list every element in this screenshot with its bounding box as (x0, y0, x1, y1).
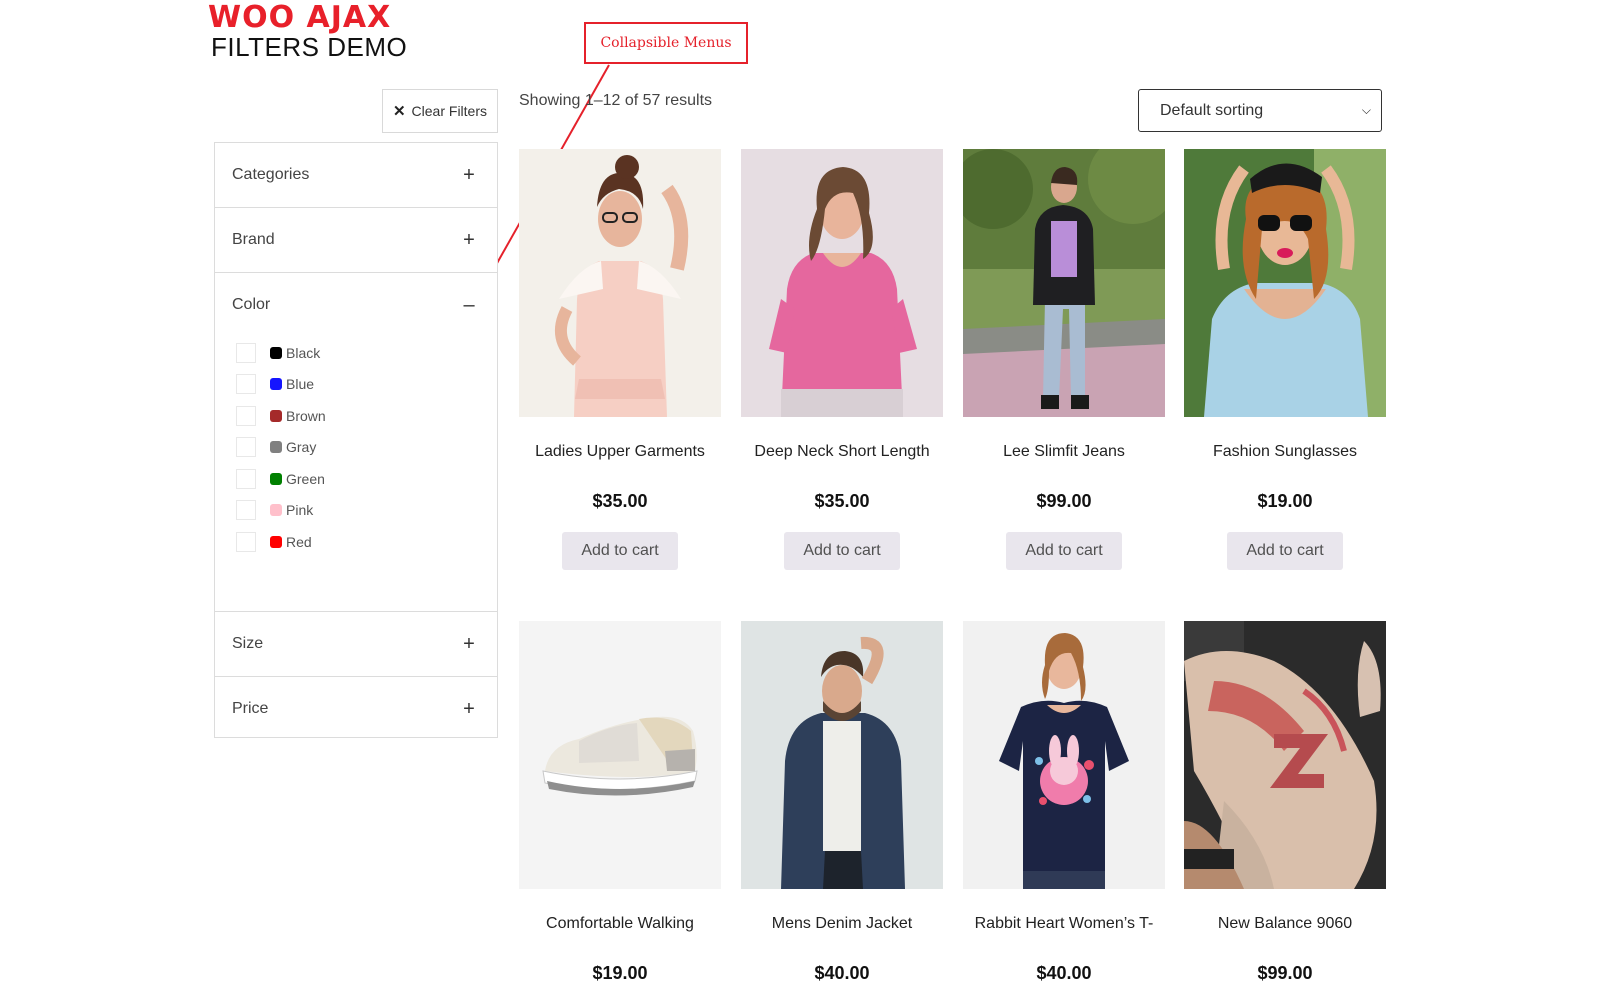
product-image[interactable] (963, 149, 1165, 417)
add-to-cart-button[interactable]: Add to cart (1227, 532, 1343, 570)
product-card: New Balance 9060 $99.00 (1184, 621, 1386, 984)
filter-toggle-price[interactable]: Price + (215, 677, 497, 741)
product-price: $19.00 (1257, 491, 1313, 511)
plus-icon: + (463, 163, 475, 186)
product-title[interactable]: Comfortable Walking (519, 915, 721, 935)
filter-panel: Categories + Brand + Color – Black Blue (214, 142, 498, 738)
color-option-gray[interactable]: Gray (236, 432, 497, 464)
product-price: $19.00 (592, 963, 648, 983)
product-price: $40.00 (1036, 963, 1092, 983)
annotation-callout: Collapsible Menus (584, 22, 748, 64)
results-count: Showing 1–12 of 57 results (519, 92, 713, 109)
color-swatch (270, 472, 282, 485)
color-options: Black Blue Brown Gray Green Pink Red (215, 337, 497, 611)
color-option-pink[interactable]: Pink (236, 495, 497, 527)
filter-toggle-size[interactable]: Size + (215, 612, 497, 676)
filter-toggle-color[interactable]: Color – (215, 273, 497, 337)
add-to-cart-button[interactable]: Add to cart (784, 532, 900, 570)
product-title[interactable]: Mens Denim Jacket (741, 915, 943, 935)
product-title[interactable]: Ladies Upper Garments (519, 443, 721, 463)
color-label: Black (286, 344, 321, 361)
filter-section-size: Size + (215, 612, 497, 677)
product-title[interactable]: Fashion Sunglasses (1184, 443, 1386, 463)
chevron-down-icon: ⌵ (1361, 103, 1371, 117)
filter-label: Size (232, 635, 264, 652)
product-card: Mens Denim Jacket $40.00 (741, 621, 943, 984)
product-title[interactable]: Lee Slimfit Jeans (963, 443, 1165, 463)
product-image[interactable] (963, 621, 1165, 889)
product-image[interactable] (741, 149, 943, 417)
color-checkbox[interactable] (236, 342, 256, 363)
product-card: Fashion Sunglasses $19.00 Add to cart (1184, 149, 1386, 570)
color-option-blue[interactable]: Blue (236, 369, 497, 401)
filter-section-color: Color – Black Blue Brown Gray Green Pink… (215, 273, 497, 612)
filter-label: Brand (232, 231, 275, 248)
product-image[interactable] (1184, 621, 1386, 889)
product-card: Comfortable Walking $19.00 (519, 621, 721, 984)
product-image[interactable] (741, 621, 943, 889)
product-image[interactable] (1184, 149, 1386, 417)
product-card: Deep Neck Short Length $35.00 Add to car… (741, 149, 943, 570)
product-card: Ladies Upper Garments $35.00 Add to cart (519, 149, 721, 570)
product-title[interactable]: New Balance 9060 (1184, 915, 1386, 935)
filter-section-price: Price + (215, 677, 497, 741)
filter-label: Price (232, 700, 269, 717)
product-price: $35.00 (814, 491, 870, 511)
filter-label: Categories (232, 166, 310, 183)
color-checkbox[interactable] (236, 468, 256, 489)
product-card: Lee Slimfit Jeans $99.00 Add to cart (963, 149, 1165, 570)
filter-section-categories: Categories + (215, 143, 497, 208)
clear-filters-label: Clear Filters (411, 103, 488, 119)
color-checkbox[interactable] (236, 531, 256, 552)
product-price: $35.00 (592, 491, 648, 511)
plus-icon: + (463, 697, 475, 720)
site-logo[interactable]: WOO AJAX FILTERS DEMO (208, 0, 408, 62)
product-title[interactable]: Deep Neck Short Length (741, 443, 943, 463)
color-label: Brown (286, 407, 326, 424)
product-price: $99.00 (1036, 491, 1092, 511)
filter-label: Color (232, 296, 271, 313)
plus-icon: + (463, 228, 475, 251)
close-icon: ✕ (392, 103, 406, 120)
color-checkbox[interactable] (236, 500, 256, 521)
logo-subtitle: FILTERS DEMO (211, 32, 408, 62)
sort-select[interactable]: Default sorting ⌵ (1138, 89, 1382, 132)
color-option-red[interactable]: Red (236, 526, 497, 558)
color-option-green[interactable]: Green (236, 463, 497, 495)
product-card: Rabbit Heart Women’s T- $40.00 (963, 621, 1165, 984)
product-price: $99.00 (1257, 963, 1313, 983)
sort-selected-value: Default sorting (1160, 101, 1264, 119)
color-label: Gray (286, 439, 317, 456)
product-price: $40.00 (814, 963, 870, 983)
minus-icon: – (463, 293, 475, 316)
filter-section-brand: Brand + (215, 208, 497, 273)
add-to-cart-button[interactable]: Add to cart (1006, 532, 1122, 570)
color-label: Pink (286, 502, 314, 519)
color-swatch (270, 441, 282, 454)
product-image[interactable] (519, 149, 721, 417)
color-label: Green (286, 470, 325, 487)
color-checkbox[interactable] (236, 405, 256, 426)
add-to-cart-button[interactable]: Add to cart (562, 532, 678, 570)
color-swatch (270, 378, 282, 391)
color-label: Red (286, 533, 312, 550)
color-swatch (270, 504, 282, 517)
logo-title: WOO AJAX (208, 0, 392, 35)
color-swatch (270, 409, 282, 422)
product-image[interactable] (519, 621, 721, 889)
plus-icon: + (463, 632, 475, 655)
color-swatch (270, 535, 282, 548)
filter-toggle-categories[interactable]: Categories + (215, 143, 497, 207)
color-option-black[interactable]: Black (236, 337, 497, 369)
filter-toggle-brand[interactable]: Brand + (215, 208, 497, 272)
color-label: Blue (286, 376, 315, 393)
color-checkbox[interactable] (236, 437, 256, 458)
color-option-brown[interactable]: Brown (236, 400, 497, 432)
color-checkbox[interactable] (236, 374, 256, 395)
color-swatch (270, 346, 282, 359)
product-title[interactable]: Rabbit Heart Women’s T- (963, 915, 1165, 935)
clear-filters-button[interactable]: ✕ Clear Filters (382, 89, 498, 133)
